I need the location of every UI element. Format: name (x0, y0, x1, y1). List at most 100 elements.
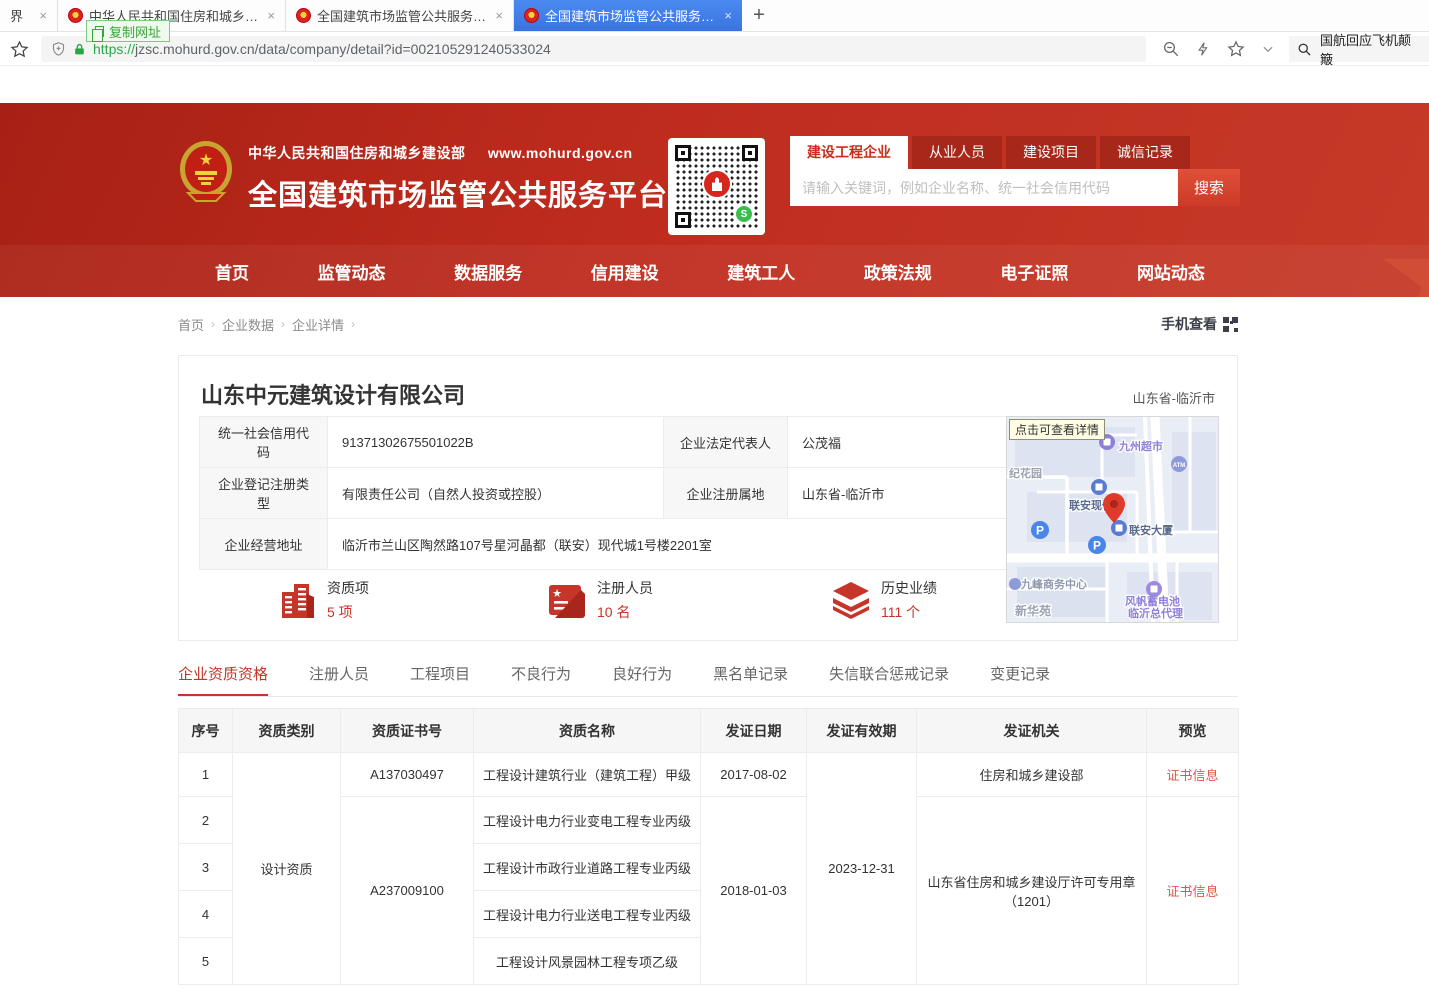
search-tab-credit[interactable]: 诚信记录 (1100, 136, 1190, 169)
tab-projects[interactable]: 工程项目 (410, 663, 470, 696)
svg-text:临沂总代理: 临沂总代理 (1128, 606, 1183, 620)
qualification-name: 工程设计建筑行业（建筑工程）甲级 (474, 753, 701, 797)
table-row: 统一社会信用代码 91371302675501022B 企业法定代表人 公茂福 (200, 417, 1009, 468)
stat-label: 注册人员 (597, 578, 653, 598)
zoom-out-icon[interactable] (1162, 40, 1180, 58)
tab-registered-personnel[interactable]: 注册人员 (309, 663, 369, 696)
row-index: 1 (179, 753, 233, 797)
qualification-name: 工程设计电力行业变电工程专业丙级 (474, 797, 701, 844)
svg-text:★: ★ (552, 588, 562, 600)
stat-value: 111 个 (881, 602, 937, 622)
search-category-tabs: 建设工程企业 从业人员 建设项目 诚信记录 (790, 136, 1240, 169)
search-icon (1297, 42, 1312, 57)
site-favicon-icon (68, 8, 83, 23)
nav-item-workers[interactable]: 建筑工人 (727, 259, 795, 284)
search-tab-personnel[interactable]: 从业人员 (912, 136, 1002, 169)
news-search-text: 国航回应飞机颠簸 (1320, 30, 1421, 68)
copy-icon (95, 26, 104, 37)
location-map[interactable]: 点击可查看详情 纪花园 九州超 (1006, 416, 1219, 623)
svg-text:P: P (1093, 539, 1101, 553)
nav-item-supervision[interactable]: 监管动态 (318, 259, 386, 284)
breadcrumb-home[interactable]: 首页 (178, 315, 204, 334)
row-index: 5 (179, 938, 233, 985)
issue-date: 2018-01-03 (701, 797, 807, 985)
stat-value: 5 项 (327, 602, 369, 622)
browser-tabstrip: 界 × 中华人民共和国住房和城乡建设 × 全国建筑市场监管公共服务平台 × 全国… (0, 0, 1429, 32)
nav-item-site-news[interactable]: 网站动态 (1137, 259, 1205, 284)
url-bar[interactable]: https:// jzsc.mohurd.gov.cn/data/company… (41, 36, 1146, 62)
tab-close-icon[interactable]: × (39, 8, 47, 23)
address-value: 临沂市兰山区陶然路107号星河晶都（联安）现代城1号楼2201室 (328, 519, 1009, 570)
nav-item-policy[interactable]: 政策法规 (864, 259, 932, 284)
issuing-authority: 山东省住房和城乡建设厅许可专用章 （1201） (917, 797, 1147, 985)
tab-qualifications[interactable]: 企业资质资格 (178, 663, 268, 696)
chevron-down-icon[interactable] (1261, 42, 1275, 56)
tab-close-icon[interactable]: × (724, 8, 732, 23)
field-label: 企业注册属地 (664, 468, 788, 519)
nav-item-data-service[interactable]: 数据服务 (454, 259, 522, 284)
tab-bad-behavior[interactable]: 不良行为 (511, 663, 571, 696)
field-label: 企业经营地址 (200, 519, 328, 570)
browser-tab-0[interactable]: 界 × (0, 0, 58, 31)
site-title: 全国建筑市场监管公共服务平台 (248, 172, 668, 214)
stat-registered-personnel[interactable]: ★ 注册人员 10 名 (547, 578, 653, 622)
certificate-info-link[interactable]: 证书信息 (1166, 884, 1218, 899)
national-emblem-icon: ★ (178, 139, 234, 205)
certificate-number: A137030497 (341, 753, 474, 797)
search-button[interactable]: 搜索 (1178, 169, 1240, 206)
breadcrumb-company-data[interactable]: 企业数据 (222, 315, 274, 334)
tab-change-records[interactable]: 变更记录 (990, 663, 1050, 696)
favorite-star-icon[interactable] (1227, 40, 1245, 58)
svg-text:ATM: ATM (1173, 463, 1186, 469)
row-index: 2 (179, 797, 233, 844)
company-card: 山东中元建筑设计有限公司 山东省-临沂市 统一社会信用代码 9137130267… (178, 355, 1238, 641)
svg-text:P: P (1036, 524, 1044, 538)
site-favicon-icon (296, 8, 311, 23)
svg-text:★: ★ (199, 152, 213, 169)
breadcrumb-company-detail[interactable]: 企业详情 (292, 315, 344, 334)
news-search-box[interactable]: 国航回应飞机颠簸 (1289, 36, 1429, 62)
lock-icon (73, 42, 86, 57)
nav-item-credit[interactable]: 信用建设 (591, 259, 659, 284)
browser-tab-active[interactable]: 全国建筑市场监管公共服务平台 × (514, 0, 742, 31)
main-nav: 首页 监管动态 数据服务 信用建设 建筑工人 政策法规 电子证照 网站动态 (215, 245, 1205, 297)
bookmark-star-icon[interactable] (10, 40, 29, 59)
header-search-module: 建设工程企业 从业人员 建设项目 诚信记录 搜索 (790, 136, 1240, 206)
tab-blacklist[interactable]: 黑名单记录 (713, 663, 788, 696)
reg-type-value: 有限责任公司（自然人投资或控股） (328, 468, 664, 519)
legal-rep-value: 公茂福 (788, 417, 1009, 468)
mobile-view-link[interactable]: 手机查看 (1161, 314, 1238, 334)
svg-text:新华苑: 新华苑 (1015, 603, 1051, 618)
credit-code-value: 91371302675501022B (328, 417, 664, 468)
tab-dishonesty-records[interactable]: 失信联合惩戒记录 (829, 663, 949, 696)
qr-pattern: S (675, 145, 758, 228)
tab-good-behavior[interactable]: 良好行为 (612, 663, 672, 696)
search-tab-enterprise[interactable]: 建设工程企业 (790, 136, 908, 169)
stat-label: 资质项 (327, 578, 369, 598)
tab-close-icon[interactable]: × (267, 8, 275, 23)
header-qr-code: S (668, 138, 765, 235)
stat-history-performance[interactable]: 历史业绩 111 个 (831, 578, 937, 622)
svg-text:联安大厦: 联安大厦 (1129, 523, 1174, 537)
qualification-table: 序号 资质类别 资质证书号 资质名称 发证日期 发证有效期 发证机关 预览 1 … (178, 708, 1239, 985)
new-tab-button[interactable]: + (742, 0, 776, 31)
svg-text:九州超市: 九州超市 (1118, 439, 1163, 453)
qualification-category: 设计资质 (233, 753, 341, 985)
wechat-icon: S (734, 204, 754, 224)
company-info-table: 统一社会信用代码 91371302675501022B 企业法定代表人 公茂福 … (199, 416, 1009, 570)
nav-item-home[interactable]: 首页 (215, 259, 249, 284)
lightning-icon[interactable] (1196, 40, 1211, 58)
search-tab-project[interactable]: 建设项目 (1006, 136, 1096, 169)
stat-qualifications[interactable]: 资质项 5 项 (279, 578, 369, 622)
svg-text:九峰商务中心: 九峰商务中心 (1020, 577, 1087, 591)
table-header-row: 序号 资质类别 资质证书号 资质名称 发证日期 发证有效期 发证机关 预览 (179, 709, 1239, 753)
ministry-url: www.mohurd.gov.cn (488, 145, 633, 161)
site-header: ★ 中华人民共和国住房和城乡建设部 www.mohurd.gov.cn 全国建筑… (0, 103, 1429, 297)
nav-item-e-license[interactable]: 电子证照 (1000, 259, 1068, 284)
certificate-info-link[interactable]: 证书信息 (1166, 768, 1218, 783)
tab-close-icon[interactable]: × (495, 8, 503, 23)
browser-tab-2[interactable]: 全国建筑市场监管公共服务平台 × (286, 0, 514, 31)
shield-icon[interactable] (51, 41, 66, 57)
svg-text:纪花园: 纪花园 (1009, 466, 1042, 480)
keyword-search-input[interactable] (790, 169, 1178, 206)
